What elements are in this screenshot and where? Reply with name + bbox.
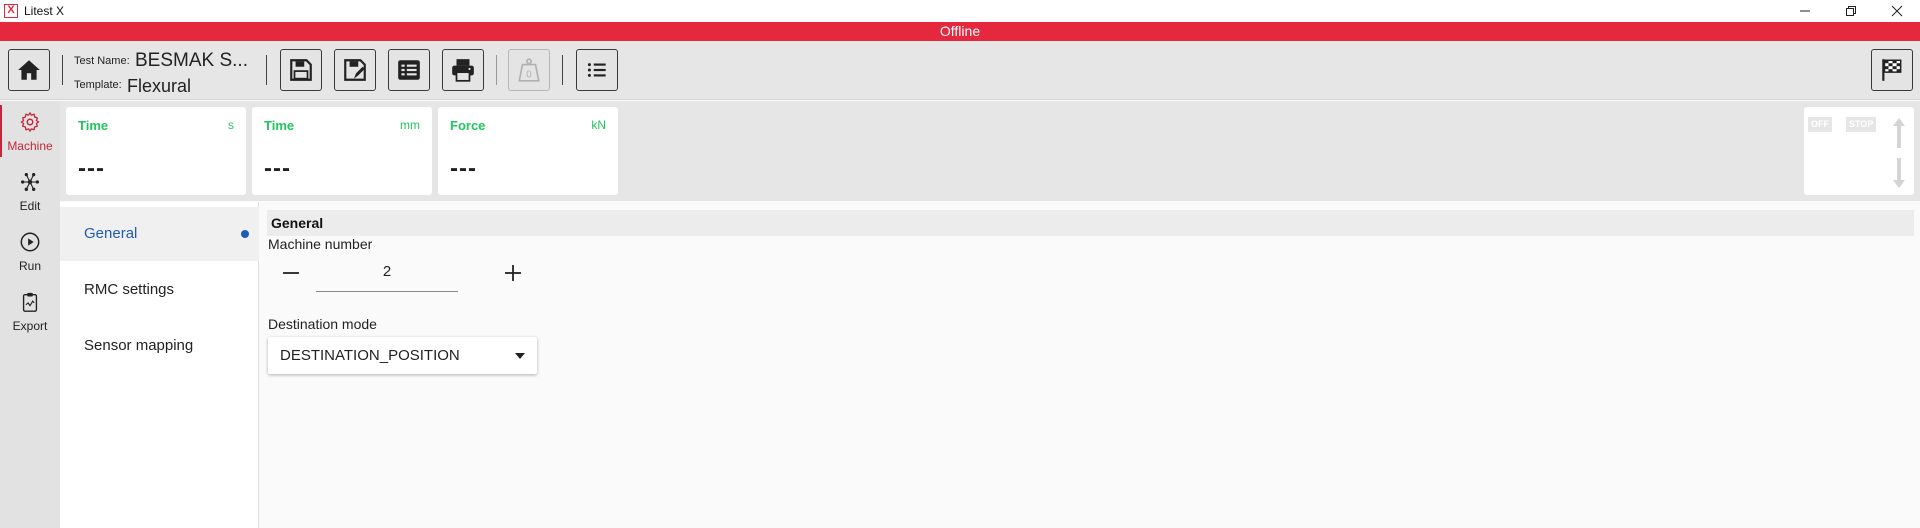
- nav-machine[interactable]: Machine: [0, 101, 60, 159]
- readout-unit: kN: [591, 118, 606, 132]
- nav-machine-label: Machine: [7, 139, 53, 153]
- left-navigation: Machine Edit Run Export: [0, 101, 60, 528]
- off-button[interactable]: OFF: [1808, 117, 1832, 132]
- tab-rmc-settings-label: RMC settings: [84, 281, 175, 298]
- save-icon: [290, 59, 312, 81]
- main-toolbar: Test Name: BESMAK S... Template: Flexura…: [0, 41, 1920, 100]
- readout-name: Time: [78, 118, 109, 133]
- app-logo: X: [4, 4, 18, 18]
- minimize-icon: [1800, 10, 1810, 12]
- home-icon: [18, 60, 40, 80]
- close-icon: [1891, 5, 1903, 17]
- readout-time-s: Time s ---: [66, 107, 246, 195]
- connection-status-bar: Offline: [0, 22, 1920, 41]
- test-name-value: BESMAK S...: [135, 50, 248, 71]
- finish-button[interactable]: [1871, 49, 1913, 91]
- test-name-label: Test Name:: [74, 55, 130, 67]
- save-button[interactable]: [280, 49, 322, 91]
- window-controls: [1782, 0, 1920, 22]
- readout-force: Force kN ---: [438, 107, 618, 195]
- general-settings-panel: General Machine number Destination mode …: [260, 202, 1920, 528]
- minimize-button[interactable]: [1782, 0, 1828, 22]
- tab-rmc-settings[interactable]: RMC settings: [60, 263, 259, 317]
- print-icon: [452, 59, 474, 82]
- stop-button[interactable]: STOP: [1846, 117, 1877, 132]
- toolbar-divider: [266, 55, 267, 85]
- tab-general[interactable]: General: [60, 207, 259, 261]
- tare-weight-icon: 0: [518, 58, 540, 82]
- destination-mode-label: Destination mode: [268, 316, 377, 332]
- toolbar-divider: [496, 55, 497, 85]
- close-button[interactable]: [1874, 0, 1920, 22]
- tab-general-label: General: [84, 225, 138, 242]
- save-as-button[interactable]: [334, 49, 376, 91]
- network-icon: [21, 173, 39, 191]
- arrow-down-icon[interactable]: [1892, 157, 1906, 189]
- test-list-button[interactable]: [388, 49, 430, 91]
- plus-icon[interactable]: [502, 262, 524, 284]
- play-circle-icon: [20, 232, 40, 252]
- nav-run-label: Run: [18, 259, 41, 273]
- readout-value: ---: [450, 155, 477, 182]
- tab-sensor-mapping[interactable]: Sensor mapping: [60, 319, 259, 373]
- destination-mode-select[interactable]: DESTINATION_POSITION: [268, 337, 537, 374]
- clipboard-icon: [22, 292, 38, 312]
- list-icon: [587, 63, 606, 77]
- title-bar: X Litest X: [0, 0, 1920, 22]
- readout-unit: s: [228, 118, 234, 132]
- print-button[interactable]: [442, 49, 484, 91]
- arrow-up-icon[interactable]: [1892, 117, 1906, 149]
- nav-run[interactable]: Run: [0, 221, 60, 279]
- nav-export[interactable]: Export: [0, 281, 60, 339]
- readout-unit: mm: [400, 118, 420, 132]
- tare-button[interactable]: 0: [508, 49, 550, 91]
- steps-list-button[interactable]: [576, 49, 618, 91]
- readout-time-mm: Time mm ---: [252, 107, 432, 195]
- toolbar-divider: [62, 55, 63, 85]
- finish-flag-icon: [1882, 59, 1902, 81]
- readout-name: Force: [450, 118, 486, 133]
- nav-edit[interactable]: Edit: [0, 161, 60, 219]
- list-detail-icon: [398, 60, 420, 80]
- caret-down-icon: [515, 353, 525, 359]
- template-label: Template:: [74, 79, 122, 91]
- window-title: Litest X: [24, 4, 65, 18]
- settings-side-tabs: General RMC settings Sensor mapping: [60, 202, 259, 528]
- nav-edit-label: Edit: [19, 199, 41, 213]
- svg-text:0: 0: [526, 70, 532, 81]
- machine-number-label: Machine number: [268, 236, 373, 252]
- nav-export-label: Export: [12, 319, 48, 333]
- gear-icon: [20, 112, 40, 132]
- minus-icon[interactable]: [280, 262, 302, 284]
- destination-mode-value: DESTINATION_POSITION: [280, 347, 460, 364]
- toolbar-divider: [562, 55, 563, 85]
- section-header: General: [267, 210, 1914, 236]
- readout-name: Time: [264, 118, 295, 133]
- readout-panel: Time s --- Time mm --- Force kN --- OFF …: [60, 101, 1920, 201]
- template-value: Flexural: [127, 76, 192, 96]
- machine-control-box: OFF STOP: [1804, 107, 1914, 195]
- readout-value: ---: [78, 155, 105, 182]
- home-button[interactable]: [8, 49, 50, 91]
- tab-sensor-mapping-label: Sensor mapping: [84, 337, 194, 354]
- active-indicator-dot: [241, 230, 249, 238]
- machine-number-input[interactable]: [316, 260, 458, 292]
- save-as-icon: [344, 59, 366, 81]
- restore-icon: [1846, 6, 1856, 16]
- restore-button[interactable]: [1828, 0, 1874, 22]
- readout-value: ---: [264, 155, 291, 182]
